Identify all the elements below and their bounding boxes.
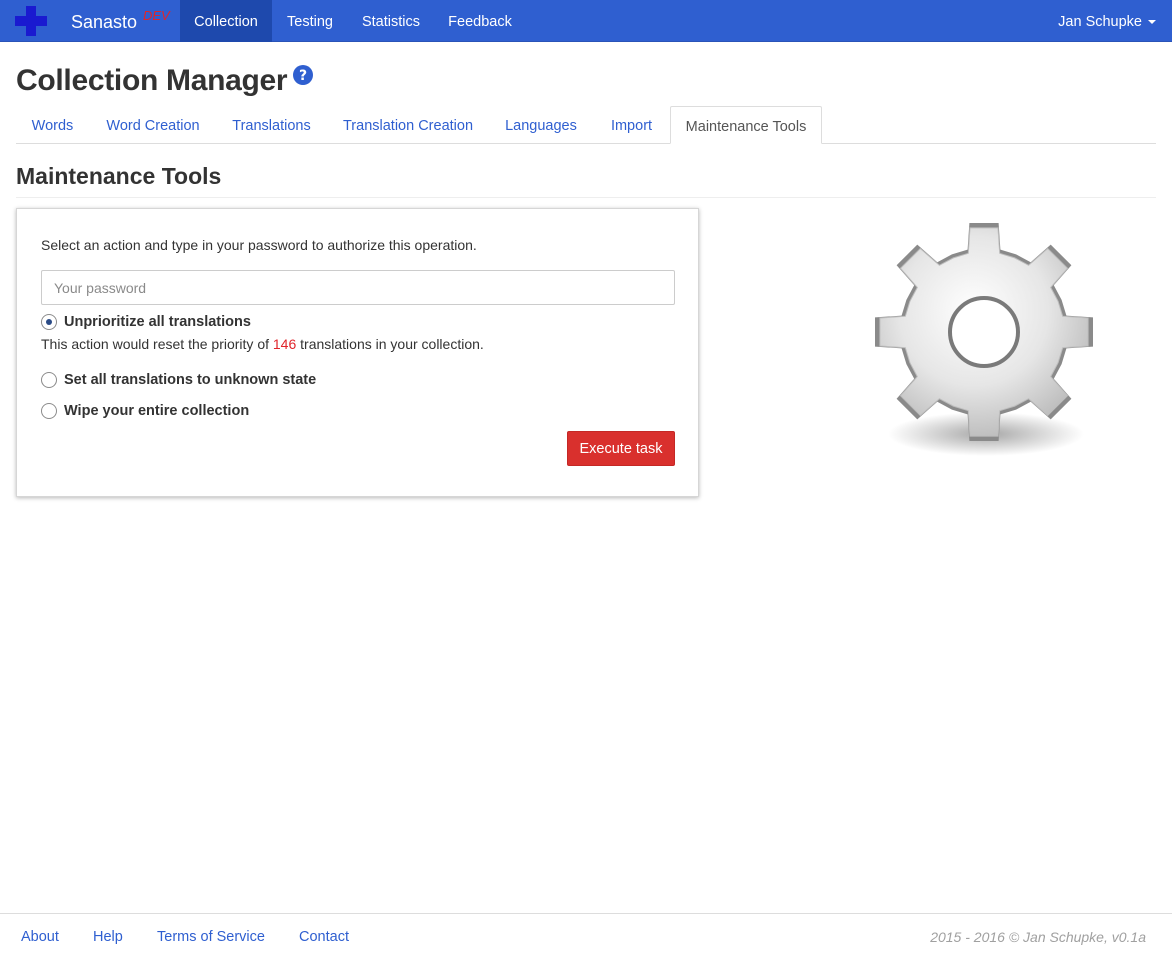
option-description: This action would reset the priority of … <box>41 336 484 352</box>
tab-import[interactable]: Import <box>593 106 670 144</box>
password-input[interactable] <box>41 270 675 305</box>
footer-link-terms[interactable]: Terms of Service <box>157 928 265 946</box>
gear-icon <box>875 223 1093 456</box>
tab-words[interactable]: Words <box>16 106 89 144</box>
collection-tabs: Words Word Creation Translations Transla… <box>16 106 1156 144</box>
top-navbar: Sanasto DEV Collection Testing Statistic… <box>0 0 1172 42</box>
radio-wipe-collection[interactable] <box>41 403 57 419</box>
footer-link-contact[interactable]: Contact <box>299 928 349 946</box>
nav-item-feedback[interactable]: Feedback <box>434 0 526 42</box>
plus-cross-icon[interactable] <box>15 6 47 36</box>
tab-word-creation[interactable]: Word Creation <box>90 106 216 144</box>
radio-unknown-state[interactable] <box>41 372 57 388</box>
option-unprioritize[interactable]: Unprioritize all translations <box>41 313 271 331</box>
option-unknown-state[interactable]: Set all translations to unknown state <box>41 371 341 389</box>
option-label: Set all translations to unknown state <box>64 372 317 388</box>
section-divider <box>16 197 1156 198</box>
footer-link-help[interactable]: Help <box>93 928 123 946</box>
svg-text:?: ? <box>299 68 307 84</box>
nav-item-collection[interactable]: Collection <box>180 0 272 42</box>
user-menu-toggle[interactable]: Jan Schupke <box>1058 0 1156 42</box>
brand-name[interactable]: Sanasto <box>71 12 137 32</box>
page-footer: About Help Terms of Service Contact 2015… <box>0 913 1172 959</box>
panel-intro-text: Select an action and type in your passwo… <box>41 237 477 253</box>
caret-down-icon <box>1148 20 1156 25</box>
option-label: Unprioritize all translations <box>64 314 251 330</box>
maintenance-panel: Select an action and type in your passwo… <box>16 208 699 497</box>
tab-translation-creation[interactable]: Translation Creation <box>327 106 489 144</box>
tab-languages[interactable]: Languages <box>489 106 593 144</box>
page-title: Collection Manager <box>16 64 288 97</box>
option-label: Wipe your entire collection <box>64 403 250 419</box>
nav-item-testing[interactable]: Testing <box>272 0 348 42</box>
tab-maintenance-tools[interactable]: Maintenance Tools <box>670 106 822 144</box>
footer-copyright: 2015 - 2016 © Jan Schupke, v0.1a <box>930 929 1146 945</box>
section-title: Maintenance Tools <box>16 163 222 189</box>
nav-item-statistics[interactable]: Statistics <box>348 0 434 42</box>
translation-count: 146 <box>272 336 297 352</box>
tab-translations[interactable]: Translations <box>216 106 327 144</box>
footer-link-about[interactable]: About <box>21 928 59 946</box>
brand-dev-badge: DEV <box>143 8 170 23</box>
option-wipe-collection[interactable]: Wipe your entire collection <box>41 402 271 420</box>
user-name: Jan Schupke <box>1058 14 1142 30</box>
radio-unprioritize[interactable] <box>41 314 57 330</box>
question-circle-icon[interactable]: ? <box>293 65 313 85</box>
execute-task-button[interactable]: Execute task <box>567 431 675 466</box>
